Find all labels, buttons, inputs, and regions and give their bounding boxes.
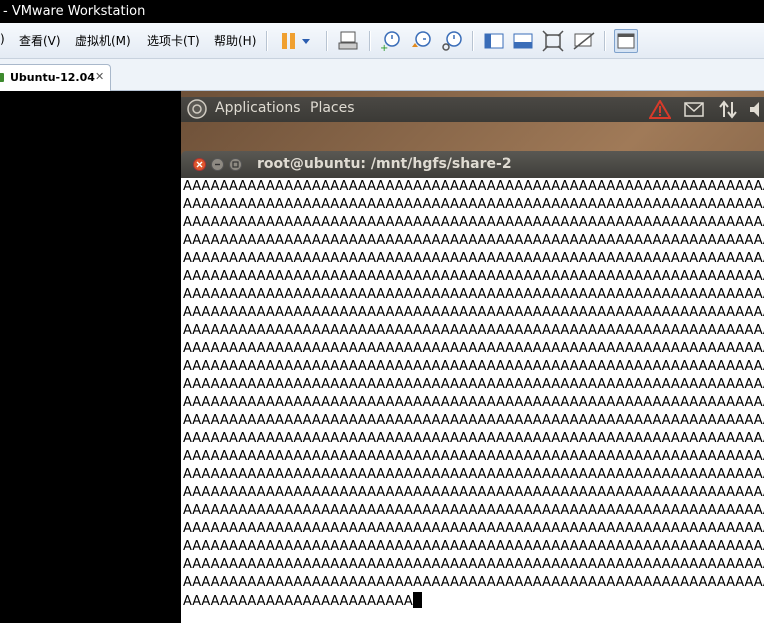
menu-vm[interactable]: 虚拟机(M) bbox=[75, 32, 131, 49]
guest-desktop[interactable]: Applications Places root@ubuntu: /mnt/hg… bbox=[181, 91, 764, 623]
mail-icon[interactable] bbox=[684, 102, 704, 117]
terminal-line: AAAAAAAAAAAAAAAAAAAAAAAAAAAAAAAAAAAAAAAA… bbox=[183, 539, 764, 554]
revert-snapshot-icon[interactable] bbox=[409, 29, 433, 53]
maximize-icon[interactable] bbox=[229, 158, 242, 171]
terminal-line: AAAAAAAAAAAAAAAAAAAAAAAAAAAAAAAAAAAAAAAA… bbox=[183, 521, 764, 536]
applications-menu[interactable]: Applications bbox=[215, 100, 301, 116]
terminal-window: root@ubuntu: /mnt/hgfs/share-2 AAAAAAAAA… bbox=[181, 151, 764, 623]
places-menu[interactable]: Places bbox=[310, 100, 355, 116]
window-title-bar: - VMware Workstation bbox=[0, 0, 764, 23]
terminal-line: AAAAAAAAAAAAAAAAAAAAAAAAAAAAAAAAAAAAAAAA… bbox=[183, 503, 764, 518]
dropdown-arrow-icon[interactable] bbox=[299, 29, 313, 53]
terminal-prompt-line: AAAAAAAAAAAAAAAAAAAAAAAAA bbox=[181, 592, 764, 610]
console-view-icon[interactable] bbox=[614, 29, 638, 53]
terminal-title: root@ubuntu: /mnt/hgfs/share-2 bbox=[257, 156, 512, 172]
minimize-icon[interactable] bbox=[211, 158, 224, 171]
terminal-line: AAAAAAAAAAAAAAAAAAAAAAAAAAAAAAAAAAAAAAAA… bbox=[183, 179, 764, 194]
menu-help[interactable]: 帮助(H) bbox=[214, 32, 256, 49]
terminal-line: AAAAAAAAAAAAAAAAAAAAAAAAAAAAAAAAAAAAAAAA… bbox=[183, 395, 764, 410]
full-screen-icon[interactable] bbox=[541, 29, 565, 53]
thumbnail-bar-icon[interactable] bbox=[511, 29, 535, 53]
terminal-line: AAAAAAAAAAAAAAAAAAAAAAAAAAAAAAAAAAAAAAAA… bbox=[183, 287, 764, 302]
text-cursor bbox=[412, 592, 422, 608]
terminal-line: AAAAAAAAAAAAAAAAAAAAAAAAAAAAAAAAAAAAAAAA… bbox=[183, 575, 764, 590]
close-icon[interactable] bbox=[193, 158, 206, 171]
tab-close-icon[interactable]: ✕ bbox=[95, 70, 104, 83]
terminal-line: AAAAAAAAAAAAAAAAAAAAAAAAAAAAAAAAAAAAAAAA… bbox=[183, 269, 764, 284]
terminal-title-bar[interactable]: root@ubuntu: /mnt/hgfs/share-2 bbox=[181, 151, 764, 178]
window-title: - VMware Workstation bbox=[3, 4, 146, 19]
svg-text:+: + bbox=[380, 43, 388, 53]
terminal-line: AAAAAAAAAAAAAAAAAAAAAAAAAAAAAAAAAAAAAAAA… bbox=[183, 413, 764, 428]
terminal-line: AAAAAAAAAAAAAAAAAAAAAAAAAAAAAAAAAAAAAAAA… bbox=[183, 251, 764, 266]
terminal-line: AAAAAAAAAAAAAAAAAAAAAAAAAAAAAAAAAAAAAAAA… bbox=[183, 449, 764, 464]
warning-icon[interactable] bbox=[649, 100, 671, 119]
toolbar-separator bbox=[266, 31, 268, 51]
terminal-line: AAAAAAAAAAAAAAAAAAAAAAAAAAAAAAAAAAAAAAAA… bbox=[183, 431, 764, 446]
unity-icon[interactable] bbox=[572, 29, 596, 53]
terminal-line: AAAAAAAAAAAAAAAAAAAAAAAAAAAAAAAAAAAAAAAA… bbox=[183, 323, 764, 338]
terminal-line: AAAAAAAAAAAAAAAAAAAAAAAAAAAAAAAAAAAAAAAA… bbox=[183, 215, 764, 230]
terminal-output[interactable]: AAAAAAAAAAAAAAAAAAAAAAAAAAAAAAAAAAAAAAAA… bbox=[181, 178, 764, 623]
menu-view[interactable]: 查看(V) bbox=[19, 32, 61, 49]
tab-bar: Ubuntu-12.04 ✕ bbox=[0, 59, 764, 91]
toolbar-separator bbox=[604, 31, 606, 51]
terminal-line: AAAAAAAAAAAAAAAAAAAAAAAAAAAAAAAAAAAAAAAA… bbox=[183, 233, 764, 248]
take-snapshot-icon[interactable]: + bbox=[378, 29, 402, 54]
manage-snapshots-icon[interactable] bbox=[440, 29, 464, 53]
toolbar-separator bbox=[472, 31, 474, 51]
terminal-line: AAAAAAAAAAAAAAAAAAAAAAAAAAAAAAAAAAAAAAAA… bbox=[183, 197, 764, 212]
menu-tabs[interactable]: 选项卡(T) bbox=[147, 32, 200, 49]
terminal-line: AAAAAAAAAAAAAAAAAAAAAAAAAAAAAAAAAAAAAAAA… bbox=[183, 485, 764, 500]
network-icon[interactable] bbox=[719, 100, 737, 119]
send-ctrl-alt-del-icon[interactable] bbox=[336, 29, 360, 53]
terminal-line: AAAAAAAAAAAAAAAAAAAAAAAAAAAAAAAAAAAAAAAA… bbox=[183, 359, 764, 374]
terminal-lines: AAAAAAAAAAAAAAAAAAAAAAAAAAAAAAAAAAAAAAAA… bbox=[181, 178, 764, 592]
terminal-line: AAAAAAAAAAAAAAAAAAAAAAAAAAAAAAAAAAAAAAAA… bbox=[183, 377, 764, 392]
toolbar-separator bbox=[369, 31, 371, 51]
terminal-line: AAAAAAAAAAAAAAAAAAAAAAAAAAAAAAAAAAAAAAAA… bbox=[183, 467, 764, 482]
ubuntu-top-panel: Applications Places bbox=[181, 97, 764, 122]
menu-partial[interactable]: ) bbox=[0, 32, 5, 46]
terminal-last-line: AAAAAAAAAAAAAAAAAAAAAAAAA bbox=[183, 594, 413, 609]
terminal-line: AAAAAAAAAAAAAAAAAAAAAAAAAAAAAAAAAAAAAAAA… bbox=[183, 557, 764, 572]
toolbar-separator bbox=[326, 31, 328, 51]
vm-running-icon bbox=[0, 73, 4, 82]
tab-ubuntu[interactable]: Ubuntu-12.04 ✕ bbox=[0, 64, 111, 91]
terminal-line: AAAAAAAAAAAAAAAAAAAAAAAAAAAAAAAAAAAAAAAA… bbox=[183, 305, 764, 320]
pause-icon[interactable] bbox=[277, 29, 301, 53]
volume-icon[interactable] bbox=[749, 100, 764, 119]
show-library-icon[interactable] bbox=[482, 29, 506, 53]
ubuntu-logo-icon[interactable] bbox=[187, 99, 207, 119]
tab-label: Ubuntu-12.04 bbox=[10, 71, 95, 84]
toolbar: ) 查看(V) 虚拟机(M) 选项卡(T) 帮助(H) + bbox=[0, 23, 764, 59]
terminal-line: AAAAAAAAAAAAAAAAAAAAAAAAAAAAAAAAAAAAAAAA… bbox=[183, 341, 764, 356]
